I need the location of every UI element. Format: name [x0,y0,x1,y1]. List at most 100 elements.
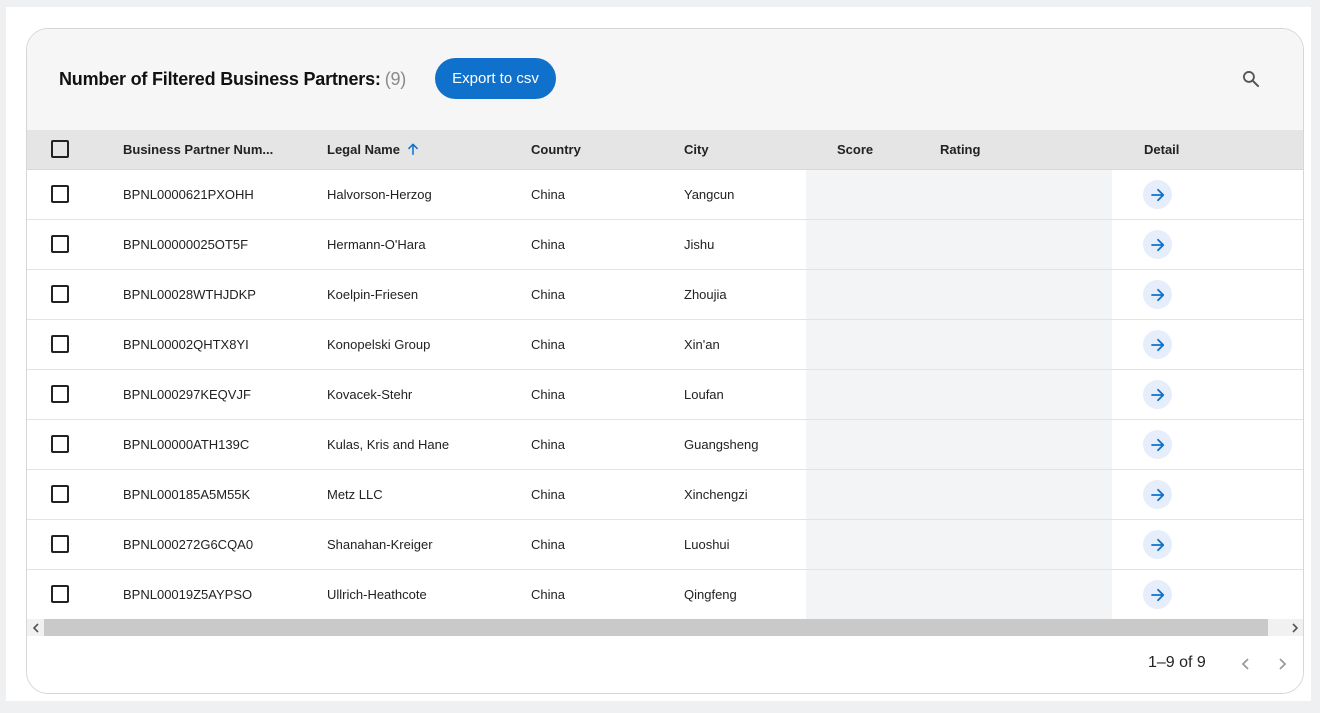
cell-legal-name: Koelpin-Friesen [327,287,419,302]
column-header-score[interactable]: Score [837,130,873,169]
row-select-checkbox[interactable] [51,485,69,503]
chevron-left-icon [1241,658,1249,670]
column-header-country[interactable]: Country [531,130,581,169]
cell-country: China [531,537,565,552]
arrow-right-icon [1150,338,1164,351]
scrollbar-thumb[interactable] [44,619,1268,636]
table-row[interactable]: BPNL00002QHTX8YI Konopelski Group China Xin… [27,320,1303,370]
search-button[interactable] [1239,67,1263,91]
score-rating-cells [806,320,1112,369]
horizontal-scrollbar[interactable] [27,619,1303,636]
table-title-label: Number of Filtered Business Partners: [59,69,381,89]
cell-city: Luoshui [684,537,730,552]
table-footer: 1–9 of 9 [27,636,1303,693]
detail-button[interactable] [1143,180,1172,209]
detail-button[interactable] [1143,580,1172,609]
cell-legal-name: Ullrich-Heathcote [327,587,427,602]
pagination-info: 1–9 of 9 [1148,654,1206,671]
business-partners-table-card: Number of Filtered Business Partners: (9)… [26,28,1304,694]
cell-country: China [531,337,565,352]
score-rating-cells [806,420,1112,469]
row-select-checkbox[interactable] [51,185,69,203]
cell-country: China [531,487,565,502]
cell-city: Yangcun [684,187,735,202]
cell-city: Zhoujia [684,287,727,302]
column-header-legal-name-label: Legal Name [327,142,400,157]
column-header-bpn[interactable]: Business Partner Num... [123,130,273,169]
detail-button[interactable] [1143,330,1172,359]
detail-button[interactable] [1143,280,1172,309]
select-all-checkbox[interactable] [51,140,69,158]
column-header-rating[interactable]: Rating [940,130,980,169]
scroll-left-button[interactable] [27,619,44,636]
cell-bpn: BPNL000272G6CQA0 [123,537,254,552]
table-row[interactable]: BPNL00019Z5AYPSO Ullrich-Heathcote China Qi… [27,570,1303,620]
cell-city: Xin'an [684,337,720,352]
cell-city: Qingfeng [684,587,737,602]
cell-bpn: BPNL000297KEQVJF [123,387,251,402]
row-select-checkbox[interactable] [51,435,69,453]
row-select-checkbox[interactable] [51,385,69,403]
row-select-checkbox[interactable] [51,285,69,303]
export-csv-button[interactable]: Export to csv [435,58,556,99]
table-row[interactable]: BPNL00028WTHJDKP Koelpin-Friesen China Zhou… [27,270,1303,320]
table-row[interactable]: BPNL00000ATH139C Kulas, Kris and Hane Chin… [27,420,1303,470]
cell-bpn: BPNL00019Z5AYPSO [123,587,253,602]
arrow-right-icon [1150,238,1164,251]
row-select-checkbox[interactable] [51,335,69,353]
cell-country: China [531,187,565,202]
cell-legal-name: Hermann-O'Hara [327,237,426,252]
table-title: Number of Filtered Business Partners: (9) [59,69,406,90]
table-body: BPNL0000621PXOHH Halvorson-Herzog China Yan… [27,170,1303,620]
arrow-right-icon [1150,488,1164,501]
cell-country: China [531,237,565,252]
table-row[interactable]: BPNL000272G6CQA0 Shanahan-Kreiger China Luo… [27,520,1303,570]
detail-button[interactable] [1143,480,1172,509]
cell-bpn: BPNL00000025OT5F [123,237,249,252]
column-header-legal-name[interactable]: Legal Name [327,130,420,169]
next-page-button[interactable] [1270,652,1294,676]
cell-country: China [531,587,565,602]
cell-country: China [531,287,565,302]
previous-page-button[interactable] [1234,652,1258,676]
cell-city: Jishu [684,237,715,252]
sort-ascending-icon[interactable] [406,142,420,156]
row-select-checkbox[interactable] [51,585,69,603]
cell-legal-name: Halvorson-Herzog [327,187,432,202]
scroll-right-button[interactable] [1286,619,1303,636]
search-icon [1243,71,1260,88]
cell-legal-name: Kulas, Kris and Hane [327,437,450,452]
table-row[interactable]: BPNL00000025OT5F Hermann-O'Hara China Jishu [27,220,1303,270]
cell-city: Guangsheng [684,437,759,452]
detail-button[interactable] [1143,380,1172,409]
chevron-right-icon [1279,658,1287,670]
table-row[interactable]: BPNL000297KEQVJF Kovacek-Stehr China Loufan [27,370,1303,420]
arrow-right-icon [1150,538,1164,551]
row-select-checkbox[interactable] [51,535,69,553]
table-row[interactable]: BPNL0000621PXOHH Halvorson-Herzog China Yan… [27,170,1303,220]
row-select-checkbox[interactable] [51,235,69,253]
cell-bpn: BPNL0000621PXOHH [123,187,254,202]
score-rating-cells [806,170,1112,219]
detail-button[interactable] [1143,430,1172,459]
detail-button[interactable] [1143,230,1172,259]
score-rating-cells [806,270,1112,319]
arrow-right-icon [1150,588,1164,601]
chevron-right-icon [1291,622,1298,633]
cell-city: Xinchengzi [684,487,748,502]
score-rating-cells [806,470,1112,519]
cell-country: China [531,437,565,452]
cell-legal-name: Metz LLC [327,487,383,502]
detail-button[interactable] [1143,530,1172,559]
score-rating-cells [806,570,1112,619]
cell-legal-name: Konopelski Group [327,337,431,352]
cell-legal-name: Kovacek-Stehr [327,387,413,402]
table-row[interactable]: BPNL000185A5M55K Metz LLC China Xinchengzi [27,470,1303,520]
page-container: Number of Filtered Business Partners: (9)… [6,7,1311,701]
column-header-city[interactable]: City [684,130,709,169]
arrow-right-icon [1150,388,1164,401]
table-header-row: Business Partner Num... Legal Name Count… [27,130,1303,170]
cell-bpn: BPNL00002QHTX8YI [123,337,249,352]
filtered-count: (9) [384,69,407,89]
column-header-detail: Detail [1144,142,1180,157]
